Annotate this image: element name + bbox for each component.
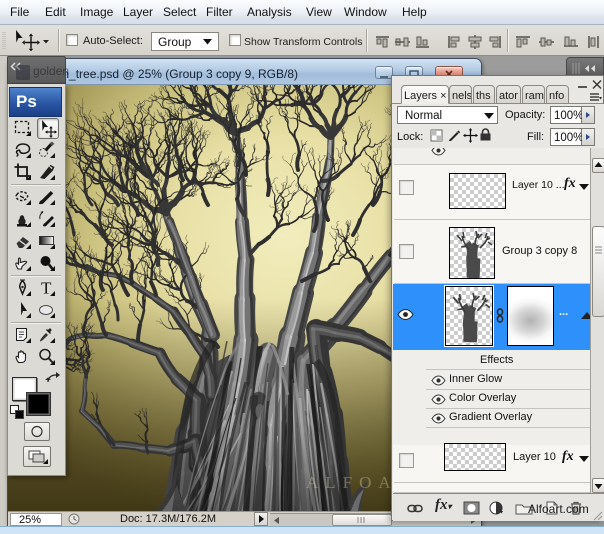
svg-text:T: T xyxy=(41,279,52,298)
